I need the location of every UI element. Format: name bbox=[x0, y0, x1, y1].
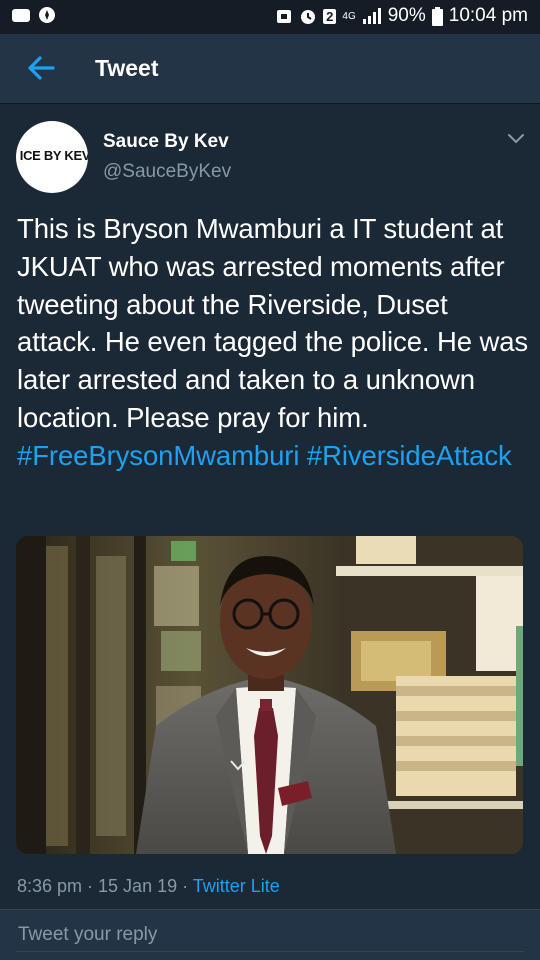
battery-percent: 90% bbox=[387, 5, 426, 26]
app-bar: Tweet bbox=[0, 34, 540, 104]
network-type: 4G bbox=[342, 10, 356, 22]
status-left-icons bbox=[12, 6, 56, 24]
arrow-left-icon bbox=[28, 56, 55, 80]
author-handle[interactable]: @SauceByKev bbox=[103, 161, 231, 183]
notification-icon bbox=[12, 8, 30, 22]
tweet-menu-button[interactable] bbox=[506, 132, 526, 146]
alarm-icon bbox=[277, 10, 292, 23]
battery-icon bbox=[431, 6, 443, 26]
clock-time: 10:04 pm bbox=[448, 5, 528, 26]
avatar-logo-text: ICE BY KEV bbox=[19, 148, 88, 163]
sim-badge: 2 bbox=[323, 8, 337, 24]
signal-icon bbox=[362, 8, 381, 24]
status-right-icons: 2 4G 90% 10:04 pm bbox=[275, 5, 528, 27]
tweet-photo[interactable] bbox=[16, 536, 523, 854]
hashtag-link-1[interactable]: #FreeBrysonMwamburi bbox=[17, 440, 299, 471]
tweet-body: This is Bryson Mwamburi a IT student at … bbox=[17, 213, 529, 433]
reply-bar bbox=[0, 909, 540, 960]
status-bar: 2 4G 90% 10:04 pm bbox=[0, 0, 540, 34]
reply-underline bbox=[16, 951, 524, 952]
compass-icon bbox=[39, 7, 55, 23]
tweet-text: This is Bryson Mwamburi a IT student at … bbox=[17, 210, 529, 475]
hashtag-link-2[interactable]: #RiversideAttack bbox=[307, 440, 512, 471]
tweet-source-link[interactable]: Twitter Lite bbox=[193, 876, 280, 896]
tweet-timestamp: 8:36 pm · 15 Jan 19 · bbox=[17, 876, 193, 896]
chevron-down-icon bbox=[508, 134, 524, 144]
author-name[interactable]: Sauce By Kev bbox=[103, 131, 229, 153]
clock-icon bbox=[301, 10, 316, 24]
reply-input[interactable] bbox=[16, 918, 528, 952]
author-avatar[interactable]: ICE BY KEV bbox=[16, 121, 88, 193]
tweet-meta: 8:36 pm · 15 Jan 19 · Twitter Lite bbox=[17, 876, 280, 897]
photo-illustration bbox=[16, 536, 523, 854]
tweet-detail: ICE BY KEV Sauce By Kev @SauceByKev This… bbox=[0, 104, 540, 909]
page-title: Tweet bbox=[95, 55, 159, 81]
back-button[interactable] bbox=[22, 50, 62, 86]
